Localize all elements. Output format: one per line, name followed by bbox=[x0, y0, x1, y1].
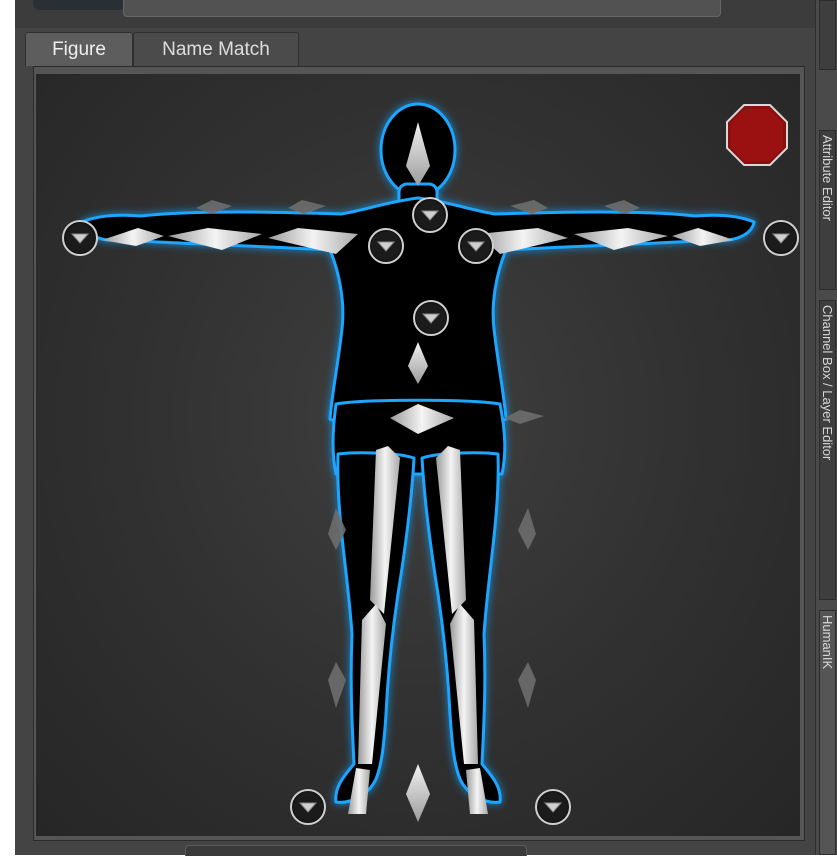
side-tab-label: Attribute Editor bbox=[820, 135, 835, 221]
character-figure bbox=[80, 102, 756, 822]
triangle-down-icon bbox=[298, 802, 318, 813]
right-foot-effector-button[interactable] bbox=[535, 789, 571, 825]
character-field[interactable] bbox=[123, 0, 721, 17]
triangle-down-icon bbox=[421, 313, 441, 324]
left-foot-effector-button[interactable] bbox=[290, 789, 326, 825]
side-tab-bar: Attribute Editor Channel Box / Layer Edi… bbox=[815, 0, 837, 855]
left-shoulder-effector-button[interactable] bbox=[368, 228, 404, 264]
bottom-control-bar[interactable] bbox=[185, 845, 527, 856]
side-tab-label: HumanIK bbox=[820, 615, 835, 670]
triangle-down-icon bbox=[543, 802, 563, 813]
chest-effector-button[interactable] bbox=[413, 300, 449, 336]
humanik-panel: Figure Name Match bbox=[15, 0, 827, 856]
reference-bone bbox=[406, 764, 430, 822]
ghost-bone bbox=[518, 662, 536, 708]
triangle-down-icon bbox=[376, 241, 396, 252]
side-tab-partial[interactable] bbox=[819, 0, 836, 70]
ghost-bone bbox=[504, 410, 544, 424]
top-toolbar bbox=[15, 0, 827, 28]
stop-octagon-icon[interactable] bbox=[726, 104, 788, 166]
ghost-bone bbox=[328, 662, 346, 708]
tab-figure[interactable]: Figure bbox=[25, 32, 133, 66]
toolbar-button[interactable] bbox=[33, 0, 125, 10]
right-hand-effector-button[interactable] bbox=[763, 220, 799, 256]
tab-name-match[interactable]: Name Match bbox=[133, 32, 299, 66]
ghost-bone bbox=[518, 508, 536, 550]
side-tab-humanik[interactable]: HumanIK bbox=[819, 610, 836, 855]
head-effector-button[interactable] bbox=[412, 197, 448, 233]
triangle-down-icon bbox=[420, 210, 440, 221]
left-hand-effector-button[interactable] bbox=[62, 220, 98, 256]
triangle-down-icon bbox=[70, 233, 90, 244]
side-tab-label: Channel Box / Layer Editor bbox=[820, 305, 835, 461]
triangle-down-icon bbox=[771, 233, 791, 244]
right-shoulder-effector-button[interactable] bbox=[458, 228, 494, 264]
triangle-down-icon bbox=[466, 241, 486, 252]
side-tab-channel-box[interactable]: Channel Box / Layer Editor bbox=[819, 300, 836, 600]
figure-viewport bbox=[36, 74, 800, 836]
side-tab-attribute-editor[interactable]: Attribute Editor bbox=[819, 130, 836, 290]
